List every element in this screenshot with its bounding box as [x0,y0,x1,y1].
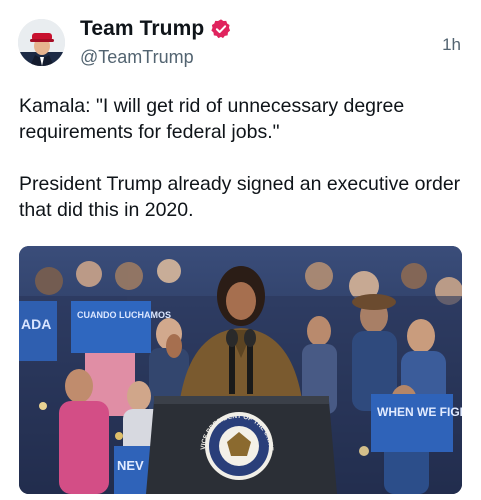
post-card[interactable]: Team Trump @TeamTrump 1h Kamala: "I will… [0,0,481,500]
avatar-image [18,19,65,66]
handle[interactable]: @TeamTrump [80,47,194,68]
post-text: Kamala: "I will get rid of unnecessary d… [19,93,464,223]
sign-text: WHEN WE FIGHT, [377,405,462,419]
post-paragraph: President Trump already signed an execut… [19,173,461,221]
sign-text: NEV [117,458,144,473]
post-media-image[interactable]: ADA CUANDO LUCHAMOS WHEN WE FIGHT, NEV [19,246,462,494]
post-paragraph: Kamala: "I will get rid of unnecessary d… [19,95,405,143]
sign-text: ADA [21,316,51,332]
verified-badge-icon [211,19,231,39]
rally-photo: ADA CUANDO LUCHAMOS WHEN WE FIGHT, NEV [19,246,462,494]
timestamp[interactable]: 1h [442,35,461,55]
avatar[interactable] [18,19,65,66]
sign-text: CUANDO LUCHAMOS [77,310,171,320]
display-name[interactable]: Team Trump [80,17,204,41]
author-row: Team Trump [80,17,232,41]
